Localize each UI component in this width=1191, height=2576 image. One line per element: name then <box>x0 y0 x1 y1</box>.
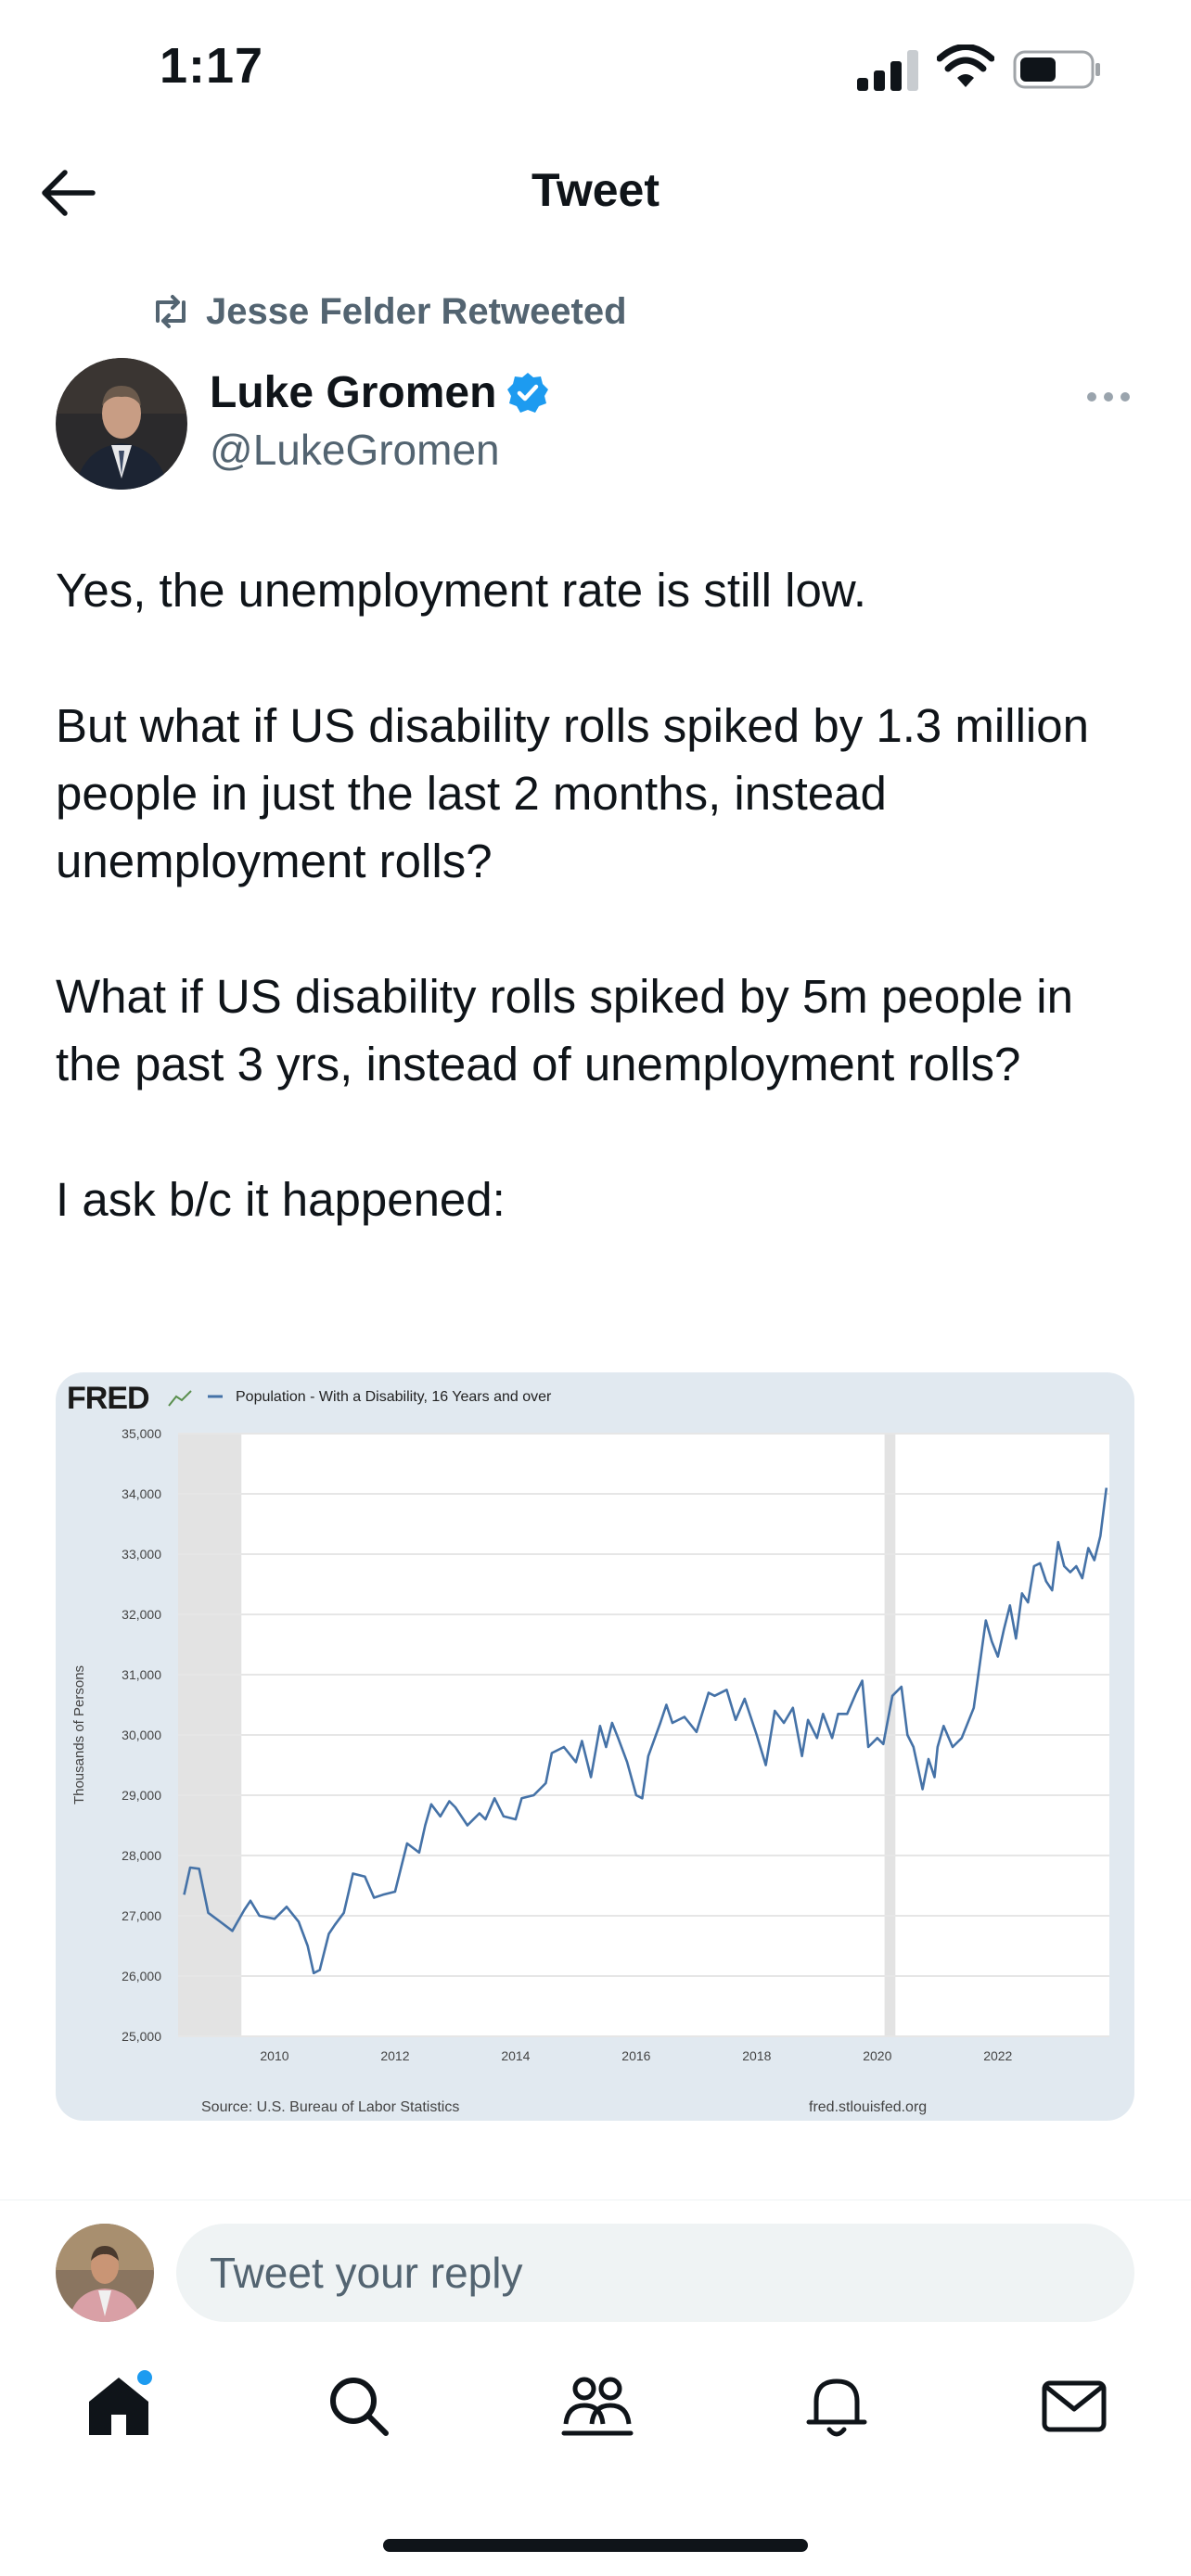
fred-logo: FRED <box>67 1381 149 1416</box>
retweet-icon <box>156 295 186 328</box>
site-label: fred.stlouisfed.org <box>809 2099 927 2115</box>
y-tick-label: 33,000 <box>122 1547 161 1562</box>
x-tick-label: 2016 <box>621 2048 650 2063</box>
y-tick-label: 32,000 <box>122 1607 161 1622</box>
more-options-icon[interactable] <box>1085 388 1132 406</box>
y-tick-label: 25,000 <box>122 2029 161 2044</box>
status-bar: 1:17 <box>0 0 1191 139</box>
home-icon[interactable] <box>82 2368 156 2442</box>
legend-label: Population - With a Disability, 16 Years… <box>236 1389 552 1405</box>
tweet-paragraph: What if US disability rolls spiked by 5m… <box>56 970 1073 1090</box>
y-tick-label: 30,000 <box>122 1728 161 1742</box>
search-icon[interactable] <box>321 2368 395 2442</box>
home-indicator <box>383 2539 808 2552</box>
x-tick-label: 2020 <box>863 2048 891 2063</box>
y-tick-label: 34,000 <box>122 1486 161 1501</box>
messages-icon[interactable] <box>1037 2368 1111 2442</box>
communities-icon[interactable] <box>560 2368 634 2442</box>
fred-logo-icon <box>168 1390 192 1407</box>
verified-badge-icon <box>507 372 549 413</box>
fred-chart: 25,000 26,000 27,000 28,000 29,000 30,000 31,0… <box>67 1381 1109 2115</box>
x-tick-label: 2018 <box>742 2048 771 2063</box>
author-name[interactable]: Luke Gromen <box>210 367 496 418</box>
retweet-label: Jesse Felder Retweeted <box>206 290 627 332</box>
x-tick-label: 2014 <box>501 2048 530 2063</box>
tweet-paragraph: But what if US disability rolls spiked b… <box>56 699 1089 887</box>
y-tick-label: 31,000 <box>122 1667 161 1682</box>
y-tick-label: 35,000 <box>122 1426 161 1441</box>
x-tick-label: 2010 <box>260 2048 288 2063</box>
tweet-media-chart[interactable]: 25,000 26,000 27,000 28,000 29,000 30,000 31,0… <box>56 1372 1134 2121</box>
y-tick-label: 29,000 <box>122 1788 161 1803</box>
tweet-paragraph: Yes, the unemployment rate is still low. <box>56 564 867 617</box>
retweet-indicator[interactable]: Jesse Felder Retweeted <box>148 286 627 338</box>
reply-placeholder: Tweet your reply <box>210 2249 523 2297</box>
page-title: Tweet <box>531 164 660 216</box>
y-tick-label: 28,000 <box>122 1848 161 1863</box>
bottom-tab-bar <box>0 2355 1191 2467</box>
x-tick-label: 2022 <box>983 2048 1012 2063</box>
battery-icon <box>1013 50 1100 89</box>
y-tick-label: 27,000 <box>122 1908 161 1923</box>
author-avatar[interactable] <box>56 358 187 490</box>
author-name-row[interactable]: Luke Gromen <box>210 367 550 418</box>
author-handle[interactable]: @LukeGromen <box>210 425 500 475</box>
wifi-icon <box>937 45 994 87</box>
nav-header: Tweet <box>0 139 1191 250</box>
tweet-text: Yes, the unemployment rate is still low.… <box>56 556 1141 1301</box>
signal-icon <box>857 50 918 91</box>
user-avatar[interactable] <box>56 2224 154 2322</box>
source-label: Source: U.S. Bureau of Labor Statistics <box>201 2099 459 2115</box>
status-time: 1:17 <box>160 38 264 94</box>
y-tick-label: 26,000 <box>122 1969 161 1983</box>
tweet-paragraph: I ask b/c it happened: <box>56 1173 506 1226</box>
reply-input[interactable]: Tweet your reply <box>176 2224 1134 2322</box>
x-tick-label: 2012 <box>380 2048 409 2063</box>
notifications-icon[interactable] <box>800 2368 874 2442</box>
y-axis-label: Thousands of Persons <box>71 1665 87 1804</box>
